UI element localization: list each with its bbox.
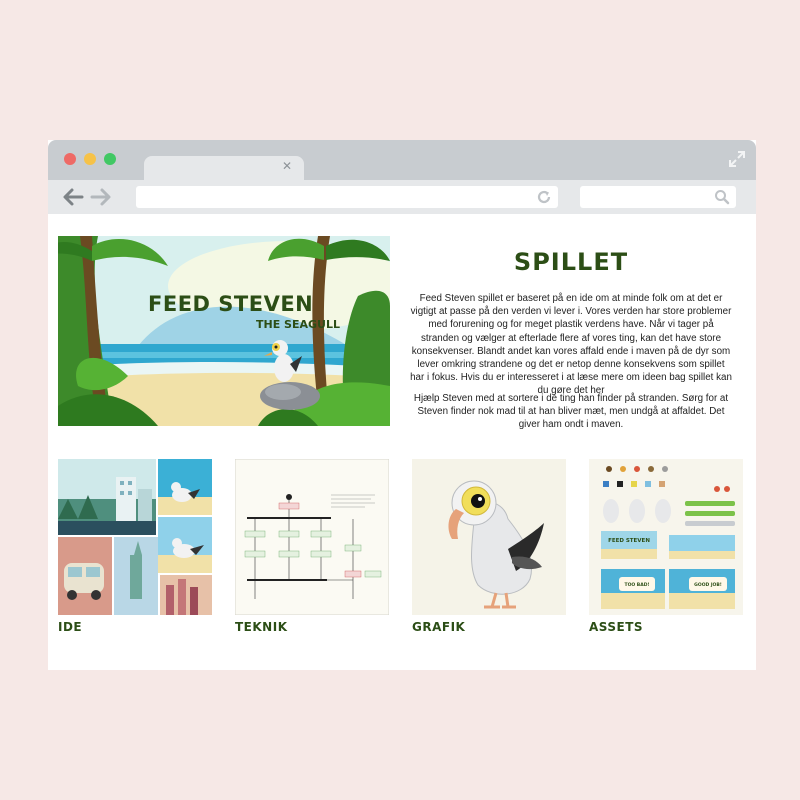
browser-toolbar: [48, 180, 756, 214]
close-tab-icon[interactable]: ✕: [282, 160, 292, 172]
assets-thumb-good: GOOD JOB!: [694, 582, 722, 588]
close-window-button[interactable]: [64, 153, 76, 165]
card-grafik-label[interactable]: GRAFIK: [412, 620, 465, 634]
card-assets-label[interactable]: ASSETS: [589, 620, 643, 634]
card-grafik-thumbnail[interactable]: [412, 459, 566, 615]
seagull-character-image: [412, 459, 566, 615]
card-teknik-label[interactable]: TEKNIK: [235, 620, 288, 634]
back-arrow-icon[interactable]: [62, 187, 84, 207]
game-assets-image: FEED STEVEN TOO BAD! GOOD JOB!: [589, 459, 743, 615]
hero-subtitle: THE SEAGULL: [256, 318, 340, 331]
assets-thumb-title: FEED STEVEN: [608, 538, 650, 544]
browser-window: ✕ FEED STEVEN THE SEAGULL SPILLET Feed S…: [48, 140, 756, 670]
browser-titlebar: ✕: [48, 140, 756, 180]
hero-banner[interactable]: FEED STEVEN THE SEAGULL: [58, 236, 390, 426]
flowchart-image: [235, 459, 389, 615]
card-ide-label[interactable]: IDE: [58, 620, 82, 634]
search-icon[interactable]: [714, 189, 730, 205]
instructions-paragraph: Hjælp Steven med at sortere i de ting ha…: [413, 393, 729, 431]
card-ide-thumbnail[interactable]: [58, 459, 212, 615]
card-assets-thumbnail[interactable]: FEED STEVEN TOO BAD! GOOD JOB!: [589, 459, 743, 615]
idea-collage-image: [58, 459, 212, 615]
assets-thumb-bad: TOO BAD!: [625, 582, 650, 588]
maximize-window-button[interactable]: [104, 153, 116, 165]
hero-title: FEED STEVEN: [148, 292, 314, 316]
intro-paragraph: Feed Steven spillet er baseret på en ide…: [410, 293, 732, 397]
minimize-window-button[interactable]: [84, 153, 96, 165]
card-teknik-thumbnail[interactable]: [235, 459, 389, 615]
expand-icon[interactable]: [728, 150, 746, 168]
reload-icon[interactable]: [536, 189, 552, 205]
forward-arrow-icon[interactable]: [90, 187, 112, 207]
beach-illustration: [58, 236, 390, 426]
section-title: SPILLET: [513, 248, 629, 276]
address-bar[interactable]: [136, 186, 558, 208]
browser-tab[interactable]: ✕: [144, 156, 304, 180]
search-box[interactable]: [580, 186, 736, 208]
